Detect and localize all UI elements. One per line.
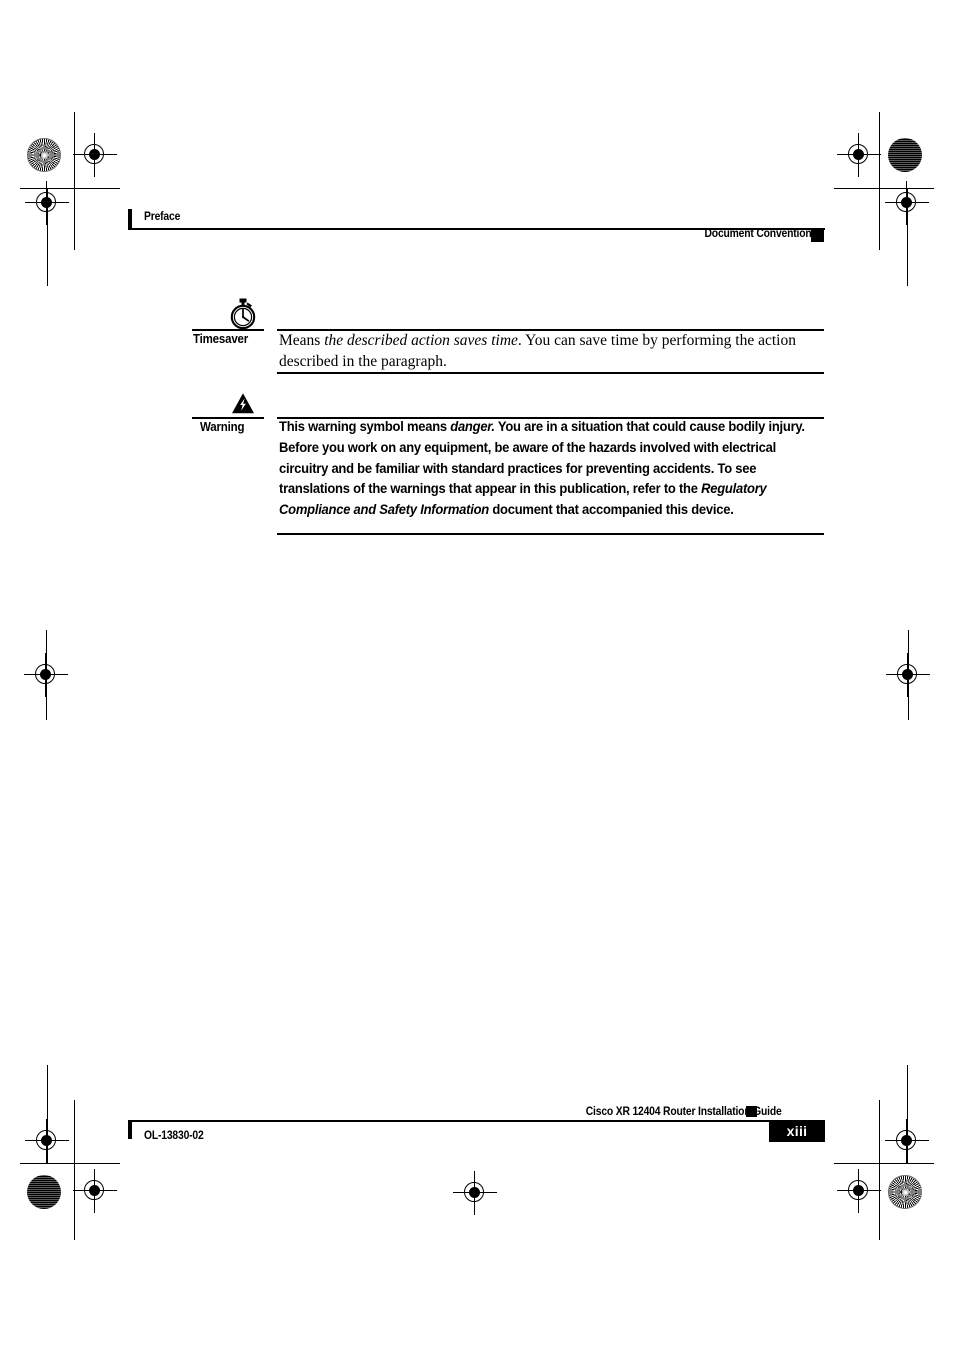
footer-left-tick [128, 1122, 132, 1139]
warning-label: Warning [200, 420, 245, 434]
footer-title-marker [746, 1106, 757, 1117]
crop-line-bottom-left [20, 1163, 120, 1164]
warning-triangle-icon [231, 392, 255, 420]
registration-mark-upper-right [885, 181, 929, 225]
registration-mark-bottom-right [837, 1169, 881, 1213]
footer-doc-id: OL-13830-02 [144, 1130, 204, 1142]
density-patch-bottom-left [27, 1175, 61, 1209]
crop-line-bottom-right [834, 1163, 934, 1164]
star-target-mark-top-left [27, 138, 61, 172]
timesaver-bottom-rule [277, 372, 824, 374]
density-patch-top-right [888, 138, 922, 172]
registration-mark-bottom-left [73, 1169, 117, 1213]
crop-line-middle-right [908, 630, 909, 720]
registration-mark-top-left [73, 133, 117, 177]
header-left-tick [128, 209, 132, 228]
timesaver-body: Means the described action saves time. Y… [279, 332, 796, 370]
header-right-marker [811, 229, 824, 242]
header-left-label: Preface [144, 211, 181, 223]
registration-mark-lower-left [25, 1119, 69, 1163]
footer-rule [128, 1120, 825, 1123]
registration-mark-bottom-center [453, 1171, 497, 1215]
warning-body: This warning symbol means danger. You ar… [279, 419, 805, 518]
timesaver-label-rule [192, 329, 264, 331]
registration-mark-lower-right [885, 1119, 929, 1163]
registration-mark-top-right [837, 133, 881, 177]
crop-line-middle-left [46, 630, 47, 720]
warning-bottom-rule [277, 533, 824, 535]
warning-label-rule [192, 417, 264, 419]
registration-mark-upper-left [25, 181, 69, 225]
page-number-box: xiii [769, 1120, 825, 1142]
star-target-mark-bottom-right [888, 1175, 922, 1209]
timesaver-label: Timesaver [193, 332, 249, 346]
document-page: Preface Document Conventions Timesaver M… [0, 0, 954, 1351]
header-right-label: Document Conventions [704, 228, 817, 240]
